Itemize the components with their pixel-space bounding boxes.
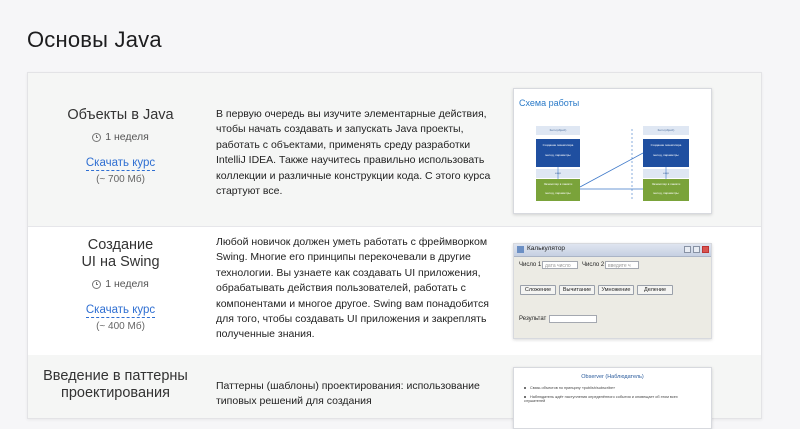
diagram-arrow <box>579 152 644 188</box>
bullet-icon <box>524 396 526 398</box>
add-button: Сложение <box>520 285 556 295</box>
bullet-icon <box>524 387 526 389</box>
doc-title: Observer (Наблюдатель) <box>581 374 644 380</box>
page-title: Основы Java <box>27 26 162 52</box>
multiply-button: Умножение <box>598 285 634 295</box>
maximize-icon <box>693 246 700 253</box>
course-row: Создание UI на Swing 1 неделя Скачать ку… <box>28 226 761 356</box>
doc-line: Наблюдатель ждёт наступления определённо… <box>524 395 694 403</box>
duration-text: 1 неделя <box>105 131 149 143</box>
course-duration: 1 неделя <box>28 278 213 290</box>
clock-icon <box>92 132 102 142</box>
course-size: (~ 400 Мб) <box>96 321 145 332</box>
num2-field: введите ч <box>605 261 639 269</box>
course-thumbnail[interactable]: Observer (Наблюдатель) Связь объектов по… <box>513 367 712 429</box>
course-title: Объекты в Java <box>67 107 174 123</box>
num1-label: Число 1 <box>519 262 542 268</box>
window-titlebar: Калькулятор <box>514 244 711 257</box>
course-title: Создание UI на Swing <box>28 237 213 271</box>
close-icon <box>702 246 709 253</box>
result-label: Результат <box>519 316 547 322</box>
course-meta: Введение в паттерны проектирования <box>28 368 203 402</box>
course-description: В первую очередь вы изучите элементарные… <box>216 108 491 198</box>
course-row: Объекты в Java 1 неделя Скачать курс (~ … <box>28 73 761 227</box>
course-meta: Создание UI на Swing 1 неделя Скачать ку… <box>28 237 213 332</box>
download-course-link[interactable]: Скачать курс <box>85 303 156 318</box>
course-title-line: Создание <box>87 237 154 253</box>
course-list: Объекты в Java 1 неделя Скачать курс (~ … <box>27 72 762 429</box>
clock-icon <box>92 279 102 289</box>
num2-label: Число 2 <box>582 262 605 268</box>
num1-field: дата число <box>542 261 578 269</box>
subtract-button: Вычитание <box>559 285 595 295</box>
course-description: Паттерны (шаблоны) проектирования: испол… <box>216 380 480 408</box>
course-thumbnail[interactable]: Схема работы Item.(object) Создание экзе… <box>513 88 712 214</box>
course-thumbnail[interactable]: Калькулятор Число 1 дата число Число 2 в… <box>513 243 712 339</box>
course-description: Любой новичок должен уметь работать с фр… <box>216 236 489 341</box>
divide-button: Деление <box>637 285 673 295</box>
window-title: Калькулятор <box>527 245 566 252</box>
diagram-connectors <box>557 129 667 201</box>
course-title-line: UI на Swing <box>81 254 160 270</box>
course-title-line: Введение в паттерны <box>43 368 188 384</box>
result-field <box>549 315 597 323</box>
course-size: (~ 700 Мб) <box>96 174 145 185</box>
course-duration: 1 неделя <box>28 131 213 143</box>
doc-line-text: Связь объектов по принципу «publish/subs… <box>530 386 616 390</box>
course-row: Введение в паттерны проектирования Патте… <box>28 355 761 429</box>
course-title: Введение в паттерны проектирования <box>28 368 203 402</box>
doc-line: Связь объектов по принципу «publish/subs… <box>524 386 615 390</box>
duration-text: 1 неделя <box>105 278 149 290</box>
doc-line-text: Наблюдатель ждёт наступления определённо… <box>524 395 678 403</box>
course-meta: Объекты в Java 1 неделя Скачать курс (~ … <box>28 107 213 185</box>
course-title-line: проектирования <box>61 385 170 401</box>
minimize-icon <box>684 246 691 253</box>
download-course-link[interactable]: Скачать курс <box>85 156 156 171</box>
app-icon <box>517 246 524 253</box>
